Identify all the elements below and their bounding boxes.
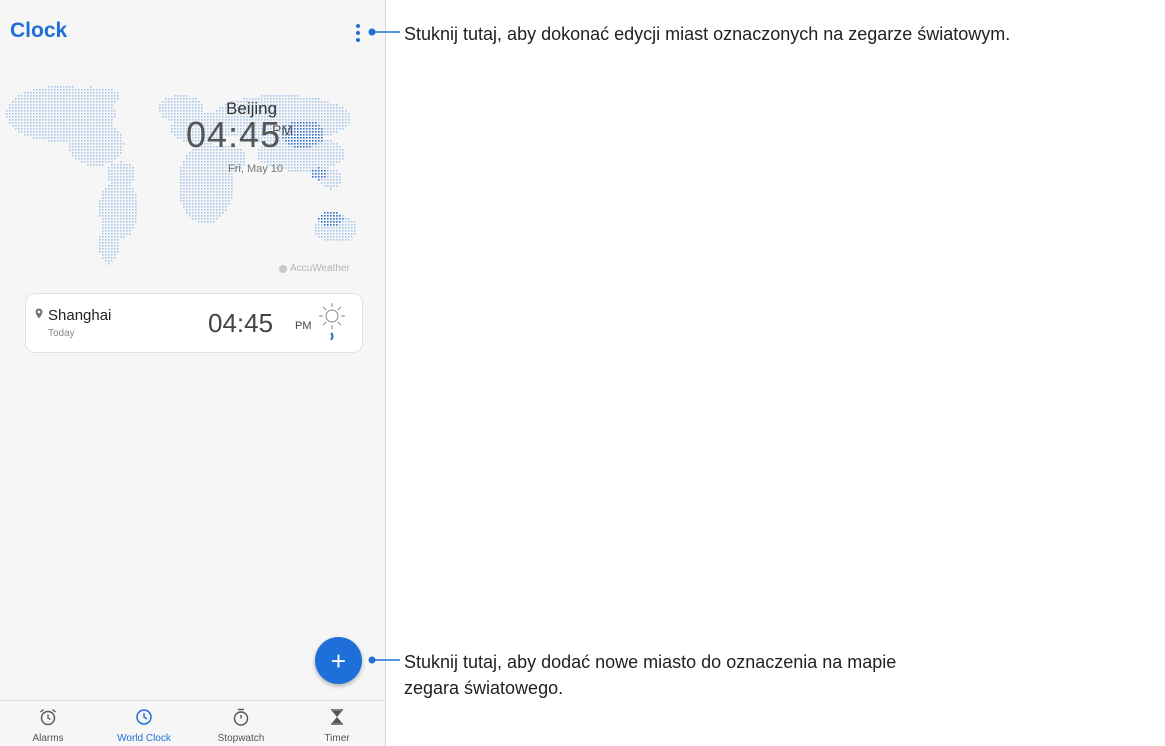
- nav-stopwatch-label: Stopwatch: [217, 733, 265, 744]
- add-city-button[interactable]: +: [315, 637, 362, 684]
- plus-icon: +: [330, 645, 347, 676]
- world-clock-icon: [136, 709, 152, 725]
- nav-stopwatch[interactable]: Stopwatch: [193, 701, 289, 746]
- stopwatch-icon: [233, 708, 249, 726]
- timer-icon: [331, 709, 343, 725]
- accuweather-attribution: AccuWeather: [279, 263, 350, 274]
- add-callout-text-line1: Stuknij tutaj, aby dodać nowe miasto do …: [404, 652, 897, 672]
- nav-alarms-label: Alarms: [32, 733, 64, 744]
- nav-world-clock[interactable]: World Clock: [96, 701, 192, 746]
- sunny-weather-icon: [319, 303, 345, 340]
- menu-callout-text: Stuknij tutaj, aby dokonać edycji miast …: [404, 24, 1011, 44]
- menu-callout-connector: [368, 28, 400, 36]
- card-day: Today: [48, 328, 75, 339]
- nav-timer-label: Timer: [324, 733, 350, 744]
- add-callout-text-line2: zegara światowego.: [404, 678, 564, 698]
- bottom-navigation: Alarms World Clock Stopwatch Timer: [0, 700, 385, 746]
- world-map-dots: [6, 86, 356, 265]
- app-title: Clock: [10, 19, 68, 42]
- nav-timer[interactable]: Timer: [289, 701, 385, 746]
- phone-screen: Clock Beijing 04:45 PM Fri, May 10 AccuW…: [0, 0, 386, 746]
- app-bar: Clock: [0, 0, 385, 64]
- accuweather-logo-icon: [279, 264, 287, 273]
- map-date: Fri, May 10: [228, 163, 284, 175]
- world-clock-card[interactable]: Shanghai Today 04:45 PM: [25, 293, 363, 353]
- more-options-icon: [356, 24, 360, 28]
- location-pin-icon: [35, 308, 43, 319]
- accuweather-label: AccuWeather: [290, 263, 350, 274]
- nav-world-clock-label: World Clock: [117, 733, 171, 744]
- nav-alarms[interactable]: Alarms: [0, 701, 96, 746]
- alarm-icon: [40, 708, 56, 726]
- map-time: 04:45: [186, 114, 282, 155]
- card-ampm: PM: [295, 320, 312, 332]
- card-time: 04:45: [208, 308, 274, 338]
- add-callout-connector: [368, 656, 400, 664]
- world-map: Beijing 04:45 PM Fri, May 10 AccuWeather: [0, 68, 385, 283]
- card-city: Shanghai: [48, 307, 112, 324]
- map-ampm: PM: [272, 122, 293, 138]
